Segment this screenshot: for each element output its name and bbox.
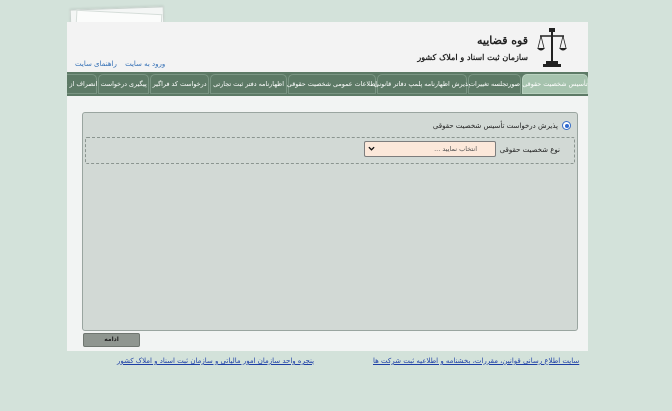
legal-entity-type-fieldset: نوع شخصیت حقوقی انتخاب نمایید ... [85,137,575,164]
tab-change-minutes[interactable]: صورتجلسه تغییرات [468,74,521,94]
radio-button[interactable] [562,121,571,130]
form-panel: پذیرش درخواست تأسیس شخصیت حقوقی نوع شخصی… [82,112,578,331]
logo-title: قوه قضاییه [477,34,528,47]
footer-link-regulations[interactable]: سایت اطلاع رسانی قوانین، مقررات، بخشنامه… [373,357,579,365]
logo-subtitle: سازمان ثبت اسناد و املاک کشور [417,52,528,62]
tab-establish-legal-entity[interactable]: تأسیس شخصیت حقوقی [522,74,588,94]
help-link[interactable]: راهنمای سایت [75,60,117,68]
request-type-radio-row[interactable]: پذیرش درخواست تأسیس شخصیت حقوقی [433,121,571,130]
top-links: ورود به سایت راهنمای سایت [69,60,165,68]
tab-ledger-sealing[interactable]: پذیرش اظهارنامه پلمپ دفاتر قانونی [374,74,470,94]
scales-of-justice-icon [537,28,567,67]
main-frame: قوه قضاییه سازمان ثبت اسناد و املاک کشور… [67,22,588,351]
main-nav: تأسیس شخصیت حقوقی صورتجلسه تغییرات پذیرش… [67,72,588,96]
legal-entity-type-label: نوع شخصیت حقوقی [499,146,560,154]
chevron-down-icon [368,146,375,151]
header: قوه قضاییه سازمان ثبت اسناد و املاک کشور… [67,22,588,72]
tab-cancel-request[interactable]: انصراف از درخواست [67,74,97,94]
tab-track-request[interactable]: پیگیری درخواست [98,74,150,94]
logo: قوه قضاییه سازمان ثبت اسناد و املاک کشور [417,26,568,68]
tab-public-info[interactable]: اطلاعات عمومی شخصیت حقوقی [287,74,377,94]
tab-universal-code[interactable]: درخواست کد فراگیر [150,74,210,94]
legal-entity-type-select[interactable]: انتخاب نمایید ... [364,141,496,157]
tab-commercial-register[interactable]: اظهارنامه دفتر ثبت تجارتی [210,74,287,94]
footer-link-tax-window[interactable]: پنجره واحد سازمان امور مالیاتی و سازمان … [117,357,314,365]
radio-label: پذیرش درخواست تأسیس شخصیت حقوقی [432,121,558,130]
login-link[interactable]: ورود به سایت [125,60,165,68]
select-value: انتخاب نمایید ... [434,145,477,153]
continue-button[interactable]: ادامه [83,333,140,347]
